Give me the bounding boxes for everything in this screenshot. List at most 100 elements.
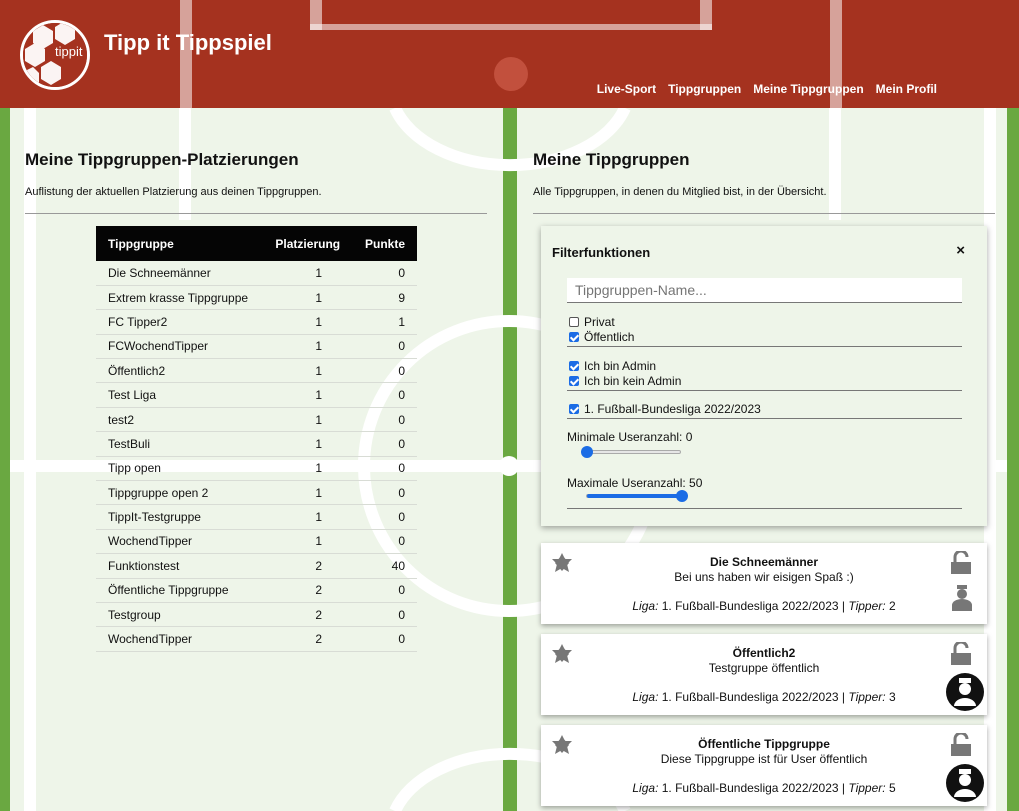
close-icon[interactable]: ×: [956, 242, 965, 259]
table-row[interactable]: test2 1 0: [96, 407, 417, 433]
checkbox-label: Ich bin Admin: [584, 359, 657, 373]
group-meta: Liga: 1. Fußball-Bundesliga 2022/2023 | …: [632, 690, 896, 704]
cell-tippgruppe: TippIt-Testgruppe: [96, 504, 263, 530]
table-row[interactable]: WochendTipper 2 0: [96, 626, 417, 652]
cell-tippgruppe: Tipp open: [96, 456, 263, 482]
cell-tippgruppe: WochendTipper: [96, 529, 263, 555]
group-name-search-input[interactable]: [567, 278, 962, 302]
my-groups-subtitle: Alle Tippgruppen, in denen du Mitglied b…: [533, 186, 827, 198]
rankings-body: Die Schneemänner 1 0 Extrem krasse Tippgrup…: [96, 261, 417, 652]
slider-fill: [587, 494, 682, 498]
cell-tippgruppe: Öffentliche Tippgruppe: [96, 578, 263, 603]
table-row[interactable]: TippIt-Testgruppe 1 0: [96, 504, 417, 530]
rankings-title: Meine Tippgruppen-Platzierungen: [25, 150, 299, 169]
group-description: Bei uns haben wir eisigen Spaß :): [674, 570, 854, 584]
table-row[interactable]: WochendTipper 1 0: [96, 529, 417, 555]
tipper-count: 2: [888, 599, 896, 613]
min-users-label: Minimale Useranzahl: 0: [567, 430, 693, 444]
cell-tippgruppe: FC Tipper2: [96, 309, 263, 335]
cell-punkte: 1: [352, 309, 417, 335]
cell-punkte: 0: [352, 431, 417, 457]
cell-punkte: 0: [352, 382, 417, 408]
max-users-slider[interactable]: [586, 490, 688, 502]
divider: [567, 508, 962, 509]
cell-punkte: 0: [352, 529, 417, 555]
checkbox-kein-admin[interactable]: Ich bin kein Admin: [569, 374, 681, 388]
liga-value: 1. Fußball-Bundesliga 2022/2023: [661, 690, 839, 704]
checkbox-box[interactable]: [569, 404, 579, 414]
checkbox-liga[interactable]: 1. Fußball-Bundesliga 2022/2023: [569, 402, 761, 416]
checkbox-oeffentlich[interactable]: Öffentlich: [569, 330, 634, 344]
cell-punkte: 40: [352, 553, 417, 579]
rankings-subtitle: Auflistung der aktuellen Platzierung aus…: [25, 186, 322, 198]
rankings-table: Tippgruppe Platzierung Punkte Die Schnee…: [96, 226, 417, 652]
table-row[interactable]: Öffentliche Tippgruppe 2 0: [96, 578, 417, 603]
cell-punkte: 0: [352, 456, 417, 482]
slider-handle[interactable]: [676, 490, 688, 502]
table-row[interactable]: Tipp open 1 0: [96, 456, 417, 482]
cell-punkte: 9: [352, 285, 417, 311]
table-row[interactable]: TestBuli 1 0: [96, 431, 417, 457]
column-header-tippgruppe[interactable]: Tippgruppe: [96, 226, 263, 261]
cell-platzierung: 2: [262, 626, 353, 652]
group-name: Öffentliche Tippgruppe: [698, 737, 830, 751]
group-meta: Liga: 1. Fußball-Bundesliga 2022/2023 | …: [632, 781, 896, 795]
min-users-slider[interactable]: [581, 446, 681, 458]
cell-tippgruppe: Öffentlich2: [96, 358, 263, 384]
nav-tippgruppen[interactable]: Tippgruppen: [668, 82, 741, 96]
column-header-platzierung[interactable]: Platzierung: [262, 226, 353, 261]
cell-tippgruppe: test2: [96, 407, 263, 433]
table-row[interactable]: FC Tipper2 1 1: [96, 309, 417, 335]
checkbox-box[interactable]: [569, 361, 579, 371]
group-card[interactable]: Öffentliche Tippgruppe Diese Tippgruppe …: [541, 725, 987, 806]
cell-punkte: 0: [352, 480, 417, 506]
checkbox-box[interactable]: [569, 376, 579, 386]
group-name: Die Schneemänner: [709, 555, 819, 569]
cell-punkte: 0: [352, 602, 417, 628]
table-row[interactable]: Tippgruppe open 210: [96, 480, 417, 506]
logo-text: tippit: [55, 44, 83, 59]
cell-tippgruppe: Extrem krasse Tippgruppe: [96, 285, 263, 311]
tipper-label: Tipper:: [848, 599, 886, 613]
column-header-punkte[interactable]: Punkte: [352, 226, 417, 261]
table-row[interactable]: FCWochendTipper 1 0: [96, 334, 417, 360]
divider: [567, 346, 962, 347]
cell-platzierung: 1: [262, 285, 353, 311]
cell-platzierung: 1: [262, 529, 353, 555]
checkbox-label: Öffentlich: [584, 330, 635, 344]
cell-platzierung: 1: [262, 261, 353, 286]
group-card[interactable]: Öffentlich2 Testgruppe öffentlich Liga: …: [541, 634, 987, 715]
person-icon: [952, 585, 972, 611]
tipper-count: 5: [888, 781, 896, 795]
max-users-label: Maximale Useranzahl: 50: [567, 476, 703, 490]
nav-mein-profil[interactable]: Mein Profil: [876, 82, 937, 96]
brand-title[interactable]: Tipp it Tippspiel: [104, 30, 272, 56]
cell-platzierung: 1: [262, 456, 353, 482]
divider: [567, 390, 962, 391]
checkbox-box[interactable]: [569, 332, 579, 342]
cell-tippgruppe: WochendTipper: [96, 626, 263, 652]
checkbox-admin[interactable]: Ich bin Admin: [569, 359, 656, 373]
slider-handle[interactable]: [581, 446, 593, 458]
cell-punkte: 0: [352, 407, 417, 433]
table-row[interactable]: Die Schneemänner 1 0: [96, 261, 417, 286]
cell-platzierung: 1: [262, 334, 353, 360]
nav-live-sport[interactable]: Live-Sport: [597, 82, 656, 96]
table-row[interactable]: Testgroup 2 0: [96, 602, 417, 628]
nav-meine-tippgruppen[interactable]: Meine Tippgruppen: [753, 82, 863, 96]
tipper-label: Tipper:: [848, 690, 886, 704]
cell-tippgruppe: Tippgruppe open 2: [96, 480, 263, 506]
table-row[interactable]: Öffentlich2 1 0: [96, 358, 417, 384]
table-row[interactable]: Funktionstest 2 40: [96, 553, 417, 579]
table-row[interactable]: Extrem krasse Tippgruppe 1 9: [96, 285, 417, 311]
cell-tippgruppe: TestBuli: [96, 431, 263, 457]
rankings-section: Meine Tippgruppen-Platzierungen Auflistu…: [25, 150, 487, 214]
checkbox-privat[interactable]: Privat: [569, 315, 615, 329]
cell-tippgruppe: Funktionstest: [96, 553, 263, 579]
checkbox-label: 1. Fußball-Bundesliga 2022/2023: [584, 402, 761, 416]
checkbox-box[interactable]: [569, 317, 579, 327]
table-row[interactable]: Test Liga 1 0: [96, 382, 417, 408]
group-card[interactable]: Die Schneemänner Bei uns haben wir eisig…: [541, 543, 987, 624]
admin-avatar-icon: [946, 673, 984, 711]
cell-platzierung: 1: [262, 358, 353, 384]
